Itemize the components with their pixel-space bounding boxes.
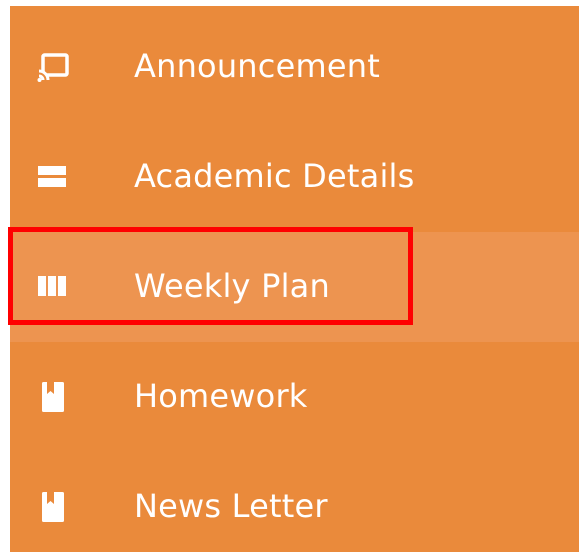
sidebar-item-label: Academic Details bbox=[134, 157, 415, 196]
sidebar-item-announcement[interactable]: Announcement bbox=[10, 12, 579, 122]
sidebar-item-label: Homework bbox=[134, 377, 308, 416]
card-icon bbox=[36, 160, 70, 194]
sidebar-item-homework[interactable]: Homework bbox=[10, 342, 579, 452]
sidebar-item-label: Announcement bbox=[134, 47, 380, 86]
book-icon bbox=[36, 490, 70, 524]
sidebar-item-news-letter[interactable]: News Letter bbox=[10, 452, 579, 552]
highlight-box bbox=[8, 227, 413, 325]
sidebar-item-academic-details[interactable]: Academic Details bbox=[10, 122, 579, 232]
book-icon bbox=[36, 380, 70, 414]
cast-icon bbox=[36, 50, 70, 84]
sidebar-item-label: News Letter bbox=[134, 487, 328, 526]
